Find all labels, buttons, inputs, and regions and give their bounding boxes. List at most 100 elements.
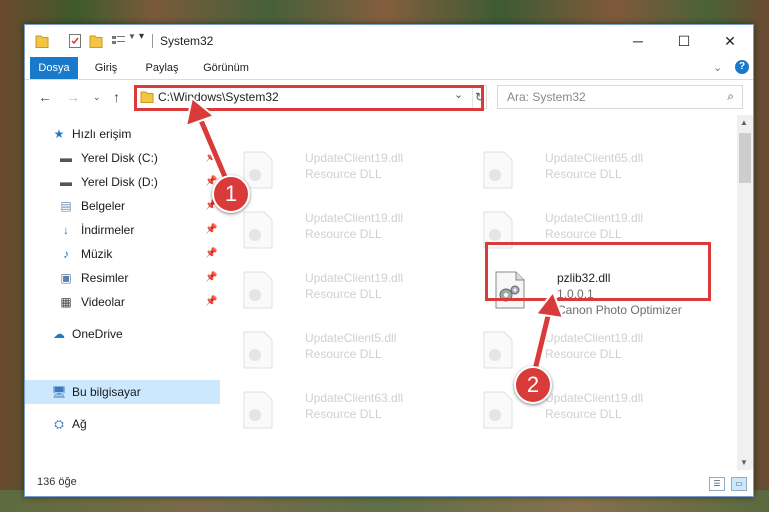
file-type: Resource DLL [305, 227, 382, 241]
minimize-button[interactable]: ─ [615, 25, 661, 57]
file-type: Resource DLL [545, 407, 622, 421]
file-type: Resource DLL [305, 167, 382, 181]
dll-file-icon [483, 391, 513, 429]
dll-file-icon [243, 151, 273, 189]
file-item[interactable]: UpdateClient65.dll Resource DLL [475, 143, 705, 203]
file-name: UpdateClient19.dll [305, 271, 404, 285]
file-name: UpdateClient19.dll [545, 391, 644, 405]
sidebar-item-label: Yerel Disk (C:) [81, 151, 158, 165]
sidebar-item-onedrive[interactable]: ☁ OneDrive [25, 322, 220, 346]
file-item[interactable]: UpdateClient19.dll Resource DLL [235, 203, 465, 263]
file-item[interactable]: UpdateClient19.dll Resource DLL [475, 323, 705, 383]
tab-home[interactable]: Giriş [85, 57, 127, 79]
sidebar-item-this-pc[interactable]: 🖥 Bu bilgisayar [25, 380, 220, 404]
sidebar-item-music[interactable]: ♪ Müzik 📌 [25, 242, 220, 266]
back-arrow-icon[interactable]: ← [38, 89, 52, 105]
file-explorer-window: ▼ ▾ System32 ─ ☐ ✕ Dosya Giriş Paylaş Gö… [24, 24, 754, 497]
folder-icon [35, 35, 49, 48]
dll-file-icon [243, 331, 273, 369]
file-item[interactable]: UpdateClient19.dll Resource DLL [475, 383, 705, 443]
customize-toolbar-icon[interactable]: ▾ [139, 31, 144, 47]
file-description: Canon Photo Optimizer [557, 303, 682, 317]
navigation-pane: ★ Hızlı erişim ▬ Yerel Disk (C:) 📌 ▬ Yer… [25, 115, 220, 470]
recent-locations-icon[interactable]: ⌄ [93, 92, 101, 103]
expand-ribbon-icon[interactable]: ⌄ [713, 61, 722, 74]
computer-icon: 🖥 [51, 385, 67, 399]
file-item[interactable]: UpdateClient5.dll Resource DLL [235, 323, 465, 383]
file-name: UpdateClient19.dll [305, 211, 404, 225]
file-type: Resource DLL [545, 347, 622, 361]
sidebar-item-label: Müzik [81, 247, 113, 261]
sidebar-item-label: Resimler [81, 271, 129, 285]
file-type: Resource DLL [305, 347, 382, 361]
status-bar: 136 öğe ☰ ▭ [25, 471, 753, 496]
dll-file-icon [243, 211, 273, 249]
file-item[interactable]: UpdateClient63.dll Resource DLL [235, 383, 465, 443]
search-placeholder: Ara: System32 [507, 90, 586, 104]
sidebar-item-videos[interactable]: ▦ Videolar 📌 [25, 290, 220, 314]
file-name: UpdateClient19.dll [305, 151, 404, 165]
title-bar: ▼ ▾ System32 ─ ☐ ✕ [25, 25, 753, 57]
step-badge-2: 2 [514, 366, 552, 404]
sidebar-item-downloads[interactable]: ↓ İndirmeler 📌 [25, 218, 220, 242]
properties-icon[interactable] [68, 33, 82, 49]
sidebar-item-disk-d[interactable]: ▬ Yerel Disk (D:) 📌 [25, 170, 220, 194]
file-name: UpdateClient19.dll [545, 211, 644, 225]
details-view-icon[interactable]: ☰ [709, 477, 725, 491]
pin-icon[interactable]: 📌 [205, 152, 217, 163]
file-name: UpdateClient5.dll [305, 331, 397, 345]
file-type: Resource DLL [545, 167, 622, 181]
dll-file-icon [483, 331, 513, 369]
tab-view[interactable]: Görünüm [195, 57, 257, 79]
scroll-up-icon[interactable]: ▲ [740, 118, 748, 127]
sidebar-item-disk-c[interactable]: ▬ Yerel Disk (C:) 📌 [25, 146, 220, 170]
qa-dropdown-icon[interactable]: ▼ [128, 32, 136, 48]
vertical-scrollbar[interactable]: ▲ ▼ [737, 115, 753, 470]
sidebar-item-pictures[interactable]: ▣ Resimler 📌 [25, 266, 220, 290]
pin-icon[interactable]: 📌 [205, 224, 217, 235]
network-icon: ⛭ [54, 417, 64, 431]
file-type: Resource DLL [545, 227, 622, 241]
window-title: System32 [160, 34, 214, 48]
search-box[interactable]: Ara: System32 ⌕ [497, 85, 743, 109]
file-name: UpdateClient65.dll [545, 151, 644, 165]
sidebar-item-network[interactable]: ⛭ Ağ [25, 412, 220, 436]
help-icon[interactable]: ? [735, 60, 749, 74]
large-icons-view-icon[interactable]: ▭ [731, 477, 747, 491]
file-highlight [485, 242, 711, 301]
sidebar-item-quick-access[interactable]: ★ Hızlı erişim [25, 122, 220, 146]
pin-icon[interactable]: 📌 [205, 272, 217, 283]
star-icon: ★ [53, 127, 65, 141]
new-folder-icon[interactable] [89, 33, 103, 49]
scrollbar-thumb[interactable] [739, 133, 751, 183]
up-arrow-icon[interactable]: ↑ [113, 89, 120, 105]
pictures-icon: ▣ [60, 271, 72, 285]
dll-file-icon [483, 151, 513, 189]
pin-icon[interactable]: 📌 [205, 248, 217, 259]
file-name: UpdateClient19.dll [545, 331, 644, 345]
view-options-icon[interactable] [111, 33, 127, 49]
sidebar-item-documents[interactable]: ▤ Belgeler 📌 [25, 194, 220, 218]
sidebar-item-label: İndirmeler [81, 223, 135, 237]
forward-arrow-icon[interactable]: → [66, 89, 80, 105]
maximize-button[interactable]: ☐ [661, 25, 707, 57]
file-name: UpdateClient63.dll [305, 391, 404, 405]
step-badge-1: 1 [212, 175, 250, 213]
scroll-down-icon[interactable]: ▼ [740, 458, 748, 467]
pin-icon[interactable]: 📌 [205, 296, 217, 307]
file-type: Resource DLL [305, 287, 382, 301]
drive-icon: ▬ [60, 175, 72, 189]
sidebar-item-label: Hızlı erişim [72, 127, 132, 141]
tab-share[interactable]: Paylaş [137, 57, 187, 79]
tab-file[interactable]: Dosya [30, 57, 78, 79]
close-button[interactable]: ✕ [707, 25, 753, 57]
file-item[interactable]: UpdateClient19.dll Resource DLL [235, 263, 465, 323]
file-item[interactable]: UpdateClient19.dll Resource DLL [235, 143, 465, 203]
sidebar-item-label: Belgeler [81, 199, 126, 213]
sidebar-item-label: OneDrive [72, 327, 123, 341]
address-bar-highlight [134, 85, 484, 111]
music-icon: ♪ [63, 247, 69, 261]
sidebar-item-label: Bu bilgisayar [72, 385, 141, 399]
download-icon: ↓ [63, 223, 69, 237]
search-icon[interactable]: ⌕ [727, 89, 734, 104]
